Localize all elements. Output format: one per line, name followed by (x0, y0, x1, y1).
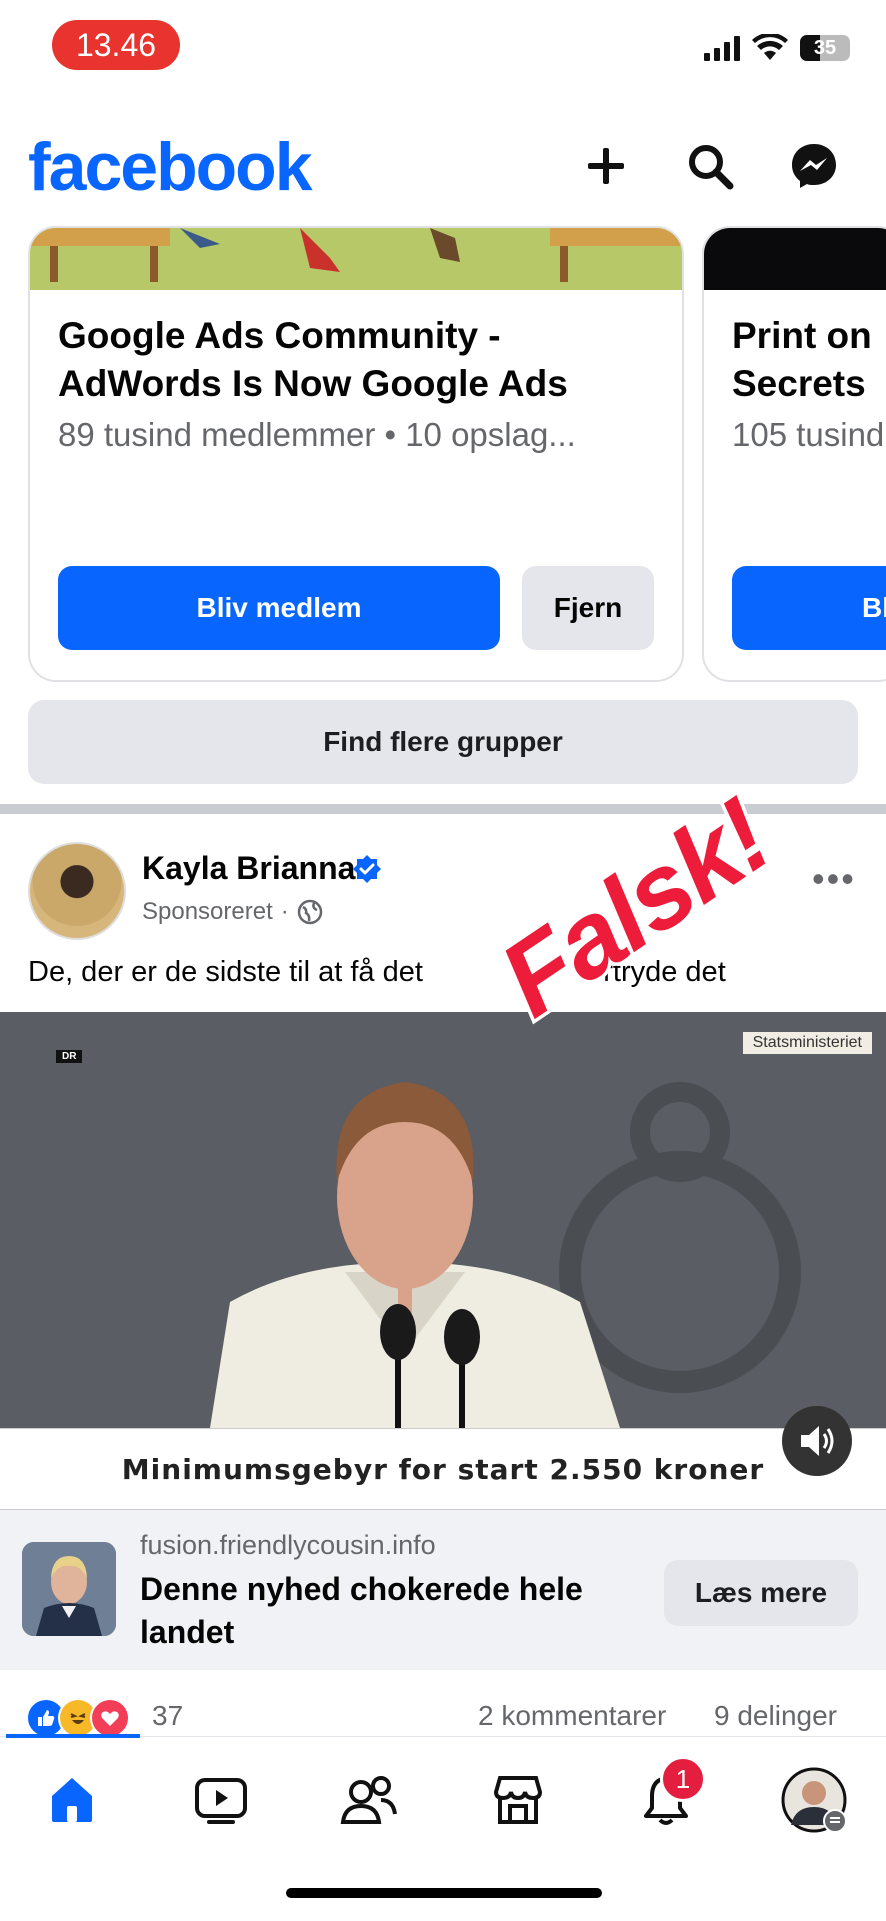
profile-avatar[interactable] (776, 1762, 852, 1838)
dr-logo: DR (56, 1050, 83, 1063)
link-title[interactable]: Denne nyhed chokerede hele landet (140, 1568, 610, 1654)
group-meta: 105 tusind (732, 416, 885, 453)
link-domain: fusion.friendlycousin.info (140, 1530, 436, 1560)
sponsored-text: Sponsoreret (142, 898, 273, 925)
facebook-logo[interactable]: facebook (28, 128, 313, 206)
home-icon[interactable] (34, 1762, 110, 1838)
search-icon[interactable] (682, 138, 738, 194)
statsministeriet-label: Statsministeriet (742, 1032, 872, 1054)
love-reaction-icon (90, 1698, 130, 1738)
verified-badge-icon (353, 855, 381, 883)
reactions-icons[interactable] (26, 1698, 130, 1738)
more-options-icon[interactable]: ••• (812, 858, 856, 900)
volume-icon[interactable] (782, 1406, 852, 1476)
group-title[interactable]: Print on Secrets (732, 312, 882, 408)
join-group-button[interactable]: Bl (732, 566, 886, 650)
group-meta: 89 tusind medlemmer • 10 opslag... (58, 416, 576, 453)
messenger-icon[interactable] (786, 138, 842, 194)
marketplace-icon[interactable] (480, 1762, 556, 1838)
join-group-button[interactable]: Bliv medlem (58, 566, 500, 650)
author-name[interactable]: Kayla Brianna (142, 850, 355, 887)
group-card[interactable]: Google Ads Community -AdWords Is Now Goo… (28, 226, 684, 682)
globe-icon (297, 899, 322, 925)
post-caption-text: De, der er de sidste til at få det (28, 956, 423, 988)
group-cover-image (30, 228, 682, 290)
group-cover-image (704, 228, 886, 290)
group-title[interactable]: Google Ads Community -AdWords Is Now Goo… (58, 312, 658, 408)
video-caption: Minimumsgebyr for start 2.550 kroner (0, 1428, 886, 1510)
remove-group-button[interactable]: Fjern (522, 566, 654, 650)
dot-separator: · (280, 898, 289, 925)
author-avatar[interactable] (28, 842, 126, 940)
notification-badge: 1 (660, 1756, 706, 1802)
plus-icon[interactable] (578, 138, 634, 194)
comments-count[interactable]: 2 kommentarer (478, 1700, 666, 1732)
home-indicator (286, 1888, 602, 1898)
battery-level: 35 (813, 36, 837, 59)
reaction-count[interactable]: 37 (152, 1700, 183, 1732)
sponsored-label: Sponsoreret · (142, 898, 323, 926)
wifi-icon (752, 34, 788, 60)
link-thumbnail (22, 1542, 116, 1636)
video-icon[interactable] (183, 1762, 259, 1838)
read-more-button[interactable]: Læs mere (664, 1560, 858, 1626)
status-time: 13.46 (52, 20, 180, 70)
cellular-signal-icon (704, 35, 740, 61)
status-icons: 35 (704, 34, 850, 62)
battery-icon: 35 (800, 35, 850, 61)
friends-icon[interactable] (331, 1762, 407, 1838)
fake-stamp-text: Falsk! (476, 773, 793, 1042)
shares-count[interactable]: 9 delinger (714, 1700, 837, 1732)
group-card[interactable]: Print on Secrets 105 tusind Bl (702, 226, 886, 682)
post-video[interactable]: DR Statsministeriet (0, 1012, 886, 1428)
active-tab-indicator (6, 1734, 140, 1738)
